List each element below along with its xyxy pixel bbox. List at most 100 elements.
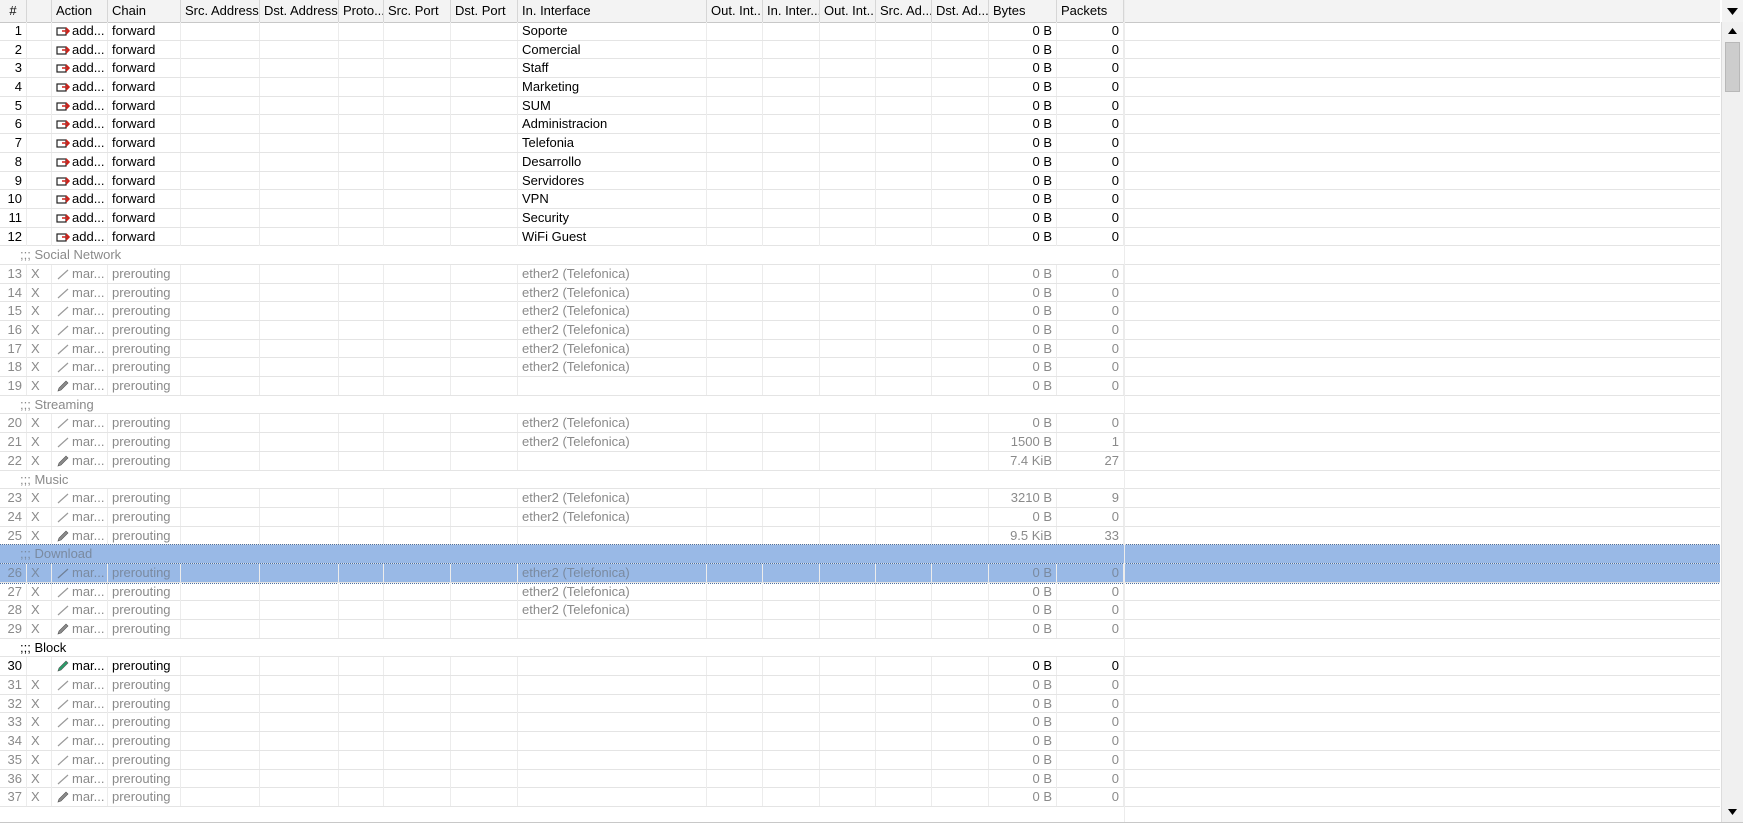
table-row[interactable]: 23 Xmar... prerouting ether2 (Telefonica) 32… <box>0 489 1720 508</box>
cell-dst-port <box>451 22 518 40</box>
scrollbar-thumb[interactable] <box>1725 42 1740 92</box>
table-row[interactable]: 17 Xmar... prerouting ether2 (Telefonica) 0 … <box>0 339 1720 359</box>
cell-src-ad <box>876 78 932 97</box>
table-row[interactable]: 35 Xmar... prerouting 0 B0 <box>0 750 1720 770</box>
column-header-proto[interactable]: Proto... <box>339 0 384 22</box>
column-header-num[interactable]: # <box>0 0 27 22</box>
cell-chain: forward <box>108 96 181 115</box>
cell-src-address <box>181 526 260 545</box>
column-header-action[interactable]: Action <box>52 0 108 22</box>
table-row[interactable]: 29 Xmar... prerouting 0 B0 <box>0 620 1720 639</box>
table-row[interactable]: 31 Xmar... prerouting 0 B0 <box>0 676 1720 695</box>
column-header-out-int2[interactable]: Out. Int... <box>820 0 876 22</box>
column-header-in-inter[interactable]: In. Inter... <box>763 0 820 22</box>
table-row[interactable]: 22 Xmar... prerouting 7.4 KiB 27 <box>0 451 1720 471</box>
comment-row[interactable]: ;;; Block <box>0 639 1720 658</box>
cell-dst-port <box>451 190 518 209</box>
table-row[interactable]: 3 add... forward Staff 0 B0 <box>0 59 1720 79</box>
cell-src-address <box>181 96 260 115</box>
table-row[interactable]: 30 mar... prerouting 0 B0 <box>0 657 1720 677</box>
scroll-up-button[interactable] <box>1723 22 1742 40</box>
cell-src-ad <box>876 134 932 153</box>
table-row[interactable]: 16 Xmar... prerouting ether2 (Telefonica) 0 … <box>0 321 1720 340</box>
table-row[interactable]: 27 Xmar... prerouting ether2 (Telefonica) 0 … <box>0 582 1720 602</box>
cell-bytes: 0 B <box>989 302 1057 321</box>
cell-chain: prerouting <box>108 377 181 396</box>
column-header-src-ad[interactable]: Src. Ad... <box>876 0 932 22</box>
cell-packets: 0 <box>1057 563 1124 582</box>
cell-in-interface: Security <box>518 208 707 227</box>
comment-row[interactable]: ;;; Social Network <box>0 246 1720 265</box>
column-header-out-int[interactable]: Out. Int... <box>707 0 763 22</box>
table-row[interactable]: 37 Xmar... prerouting 0 B0 <box>0 788 1720 807</box>
table-row[interactable]: 14 Xmar... prerouting ether2 (Telefonica) 0 … <box>0 283 1720 303</box>
table-row[interactable]: 32 Xmar... prerouting 0 B0 <box>0 694 1720 714</box>
table-row[interactable]: 15 Xmar... prerouting ether2 (Telefonica) 0 … <box>0 302 1720 321</box>
cell-dst-ad <box>932 377 989 396</box>
cell-num: 7 <box>0 134 27 153</box>
vertical-scrollbar[interactable] <box>1721 22 1743 823</box>
action-label: add... <box>72 209 105 225</box>
cell-bytes: 0 B <box>989 59 1057 78</box>
cell-bytes: 0 B <box>989 283 1057 302</box>
cell-action: add... <box>52 208 108 227</box>
add-icon <box>56 120 70 130</box>
table-row[interactable]: 2 add... forward Comercial 0 B0 <box>0 40 1720 60</box>
cell-dst-ad <box>932 264 989 283</box>
table-row[interactable]: 8 add... forward Desarrollo 0 B0 <box>0 152 1720 172</box>
cell-src-ad <box>876 489 932 508</box>
cell-in-inter <box>763 489 820 508</box>
table-row[interactable]: 34 Xmar... prerouting 0 B0 <box>0 732 1720 751</box>
column-header-chain[interactable]: Chain <box>108 0 181 22</box>
table-row[interactable]: 1 add... forward Soporte 0 B0 <box>0 22 1720 41</box>
table-row[interactable]: 18 Xmar... prerouting ether2 (Telefonica) 0 … <box>0 358 1720 378</box>
table-row[interactable]: 21 Xmar... prerouting ether2 (Telefonica) 15… <box>0 433 1720 452</box>
comment-row[interactable]: ;;; Download <box>0 544 1720 565</box>
table-row[interactable]: 5 add... forward SUM 0 B0 <box>0 96 1720 116</box>
column-menu-button[interactable] <box>1722 0 1743 22</box>
table-row[interactable]: 25 Xmar... prerouting 9.5 KiB 33 <box>0 526 1720 546</box>
column-header-dst-port[interactable]: Dst. Port <box>451 0 518 22</box>
cell-dst-port <box>451 227 518 246</box>
cell-dst-ad <box>932 190 989 209</box>
column-header-bytes[interactable]: Bytes <box>989 0 1057 22</box>
table-row[interactable]: 13 Xmar... prerouting ether2 (Telefonica) 0 … <box>0 264 1720 284</box>
cell-dst-port <box>451 582 518 601</box>
column-header-dst-address[interactable]: Dst. Address <box>260 0 339 22</box>
table-row[interactable]: 11 add... forward Security 0 B0 <box>0 208 1720 228</box>
cell-out-int2 <box>820 339 876 358</box>
cell-bytes: 0 B <box>989 601 1057 620</box>
table-row[interactable]: 33 Xmar... prerouting 0 B0 <box>0 713 1720 733</box>
column-header-src-address[interactable]: Src. Address <box>181 0 260 22</box>
table-row[interactable]: 26 Xmar... prerouting ether2 (Telefonica) 0 … <box>0 562 1720 584</box>
table-row[interactable]: 24 Xmar... prerouting ether2 (Telefonica) 0 … <box>0 507 1720 527</box>
table-row[interactable]: 20 Xmar... prerouting ether2 (Telefonica) 0 … <box>0 414 1720 434</box>
comment-row[interactable]: ;;; Streaming <box>0 396 1720 415</box>
column-header-packets[interactable]: Packets <box>1057 0 1124 22</box>
column-header-dst-ad[interactable]: Dst. Ad... <box>932 0 989 22</box>
table-row[interactable]: 10 add... forward VPN 0 B0 <box>0 190 1720 209</box>
table-row[interactable]: 9 add... forward Servidores 0 B0 <box>0 171 1720 191</box>
table-row[interactable]: 7 add... forward Telefonia 0 B0 <box>0 134 1720 153</box>
comment-row[interactable]: ;;; Music <box>0 471 1720 490</box>
cell-src-port <box>384 601 451 620</box>
cell-chain: prerouting <box>108 451 181 470</box>
cell-out-int2 <box>820 377 876 396</box>
cell-packets: 0 <box>1057 152 1124 171</box>
cell-in-interface <box>518 769 707 788</box>
cell-proto <box>339 115 384 134</box>
scroll-down-button[interactable] <box>1723 803 1742 821</box>
table-row[interactable]: 6 add... forward Administracion 0 B0 <box>0 115 1720 135</box>
cell-out-int2 <box>820 96 876 115</box>
column-header-flag[interactable] <box>27 0 52 22</box>
table-row[interactable]: 4 add... forward Marketing 0 B0 <box>0 78 1720 97</box>
column-header-src-port[interactable]: Src. Port <box>384 0 451 22</box>
column-header-in-interface[interactable]: In. Interface <box>518 0 707 22</box>
cell-src-port <box>384 283 451 302</box>
table-row[interactable]: 36 Xmar... prerouting 0 B0 <box>0 769 1720 789</box>
table-row[interactable]: 12 add... forward WiFi Guest 0 B0 <box>0 227 1720 247</box>
cell-chain: prerouting <box>108 788 181 807</box>
cell-src-ad <box>876 601 932 620</box>
table-row[interactable]: 19 Xmar... prerouting 0 B0 <box>0 377 1720 396</box>
table-row[interactable]: 28 Xmar... prerouting ether2 (Telefonica) 0 … <box>0 601 1720 620</box>
